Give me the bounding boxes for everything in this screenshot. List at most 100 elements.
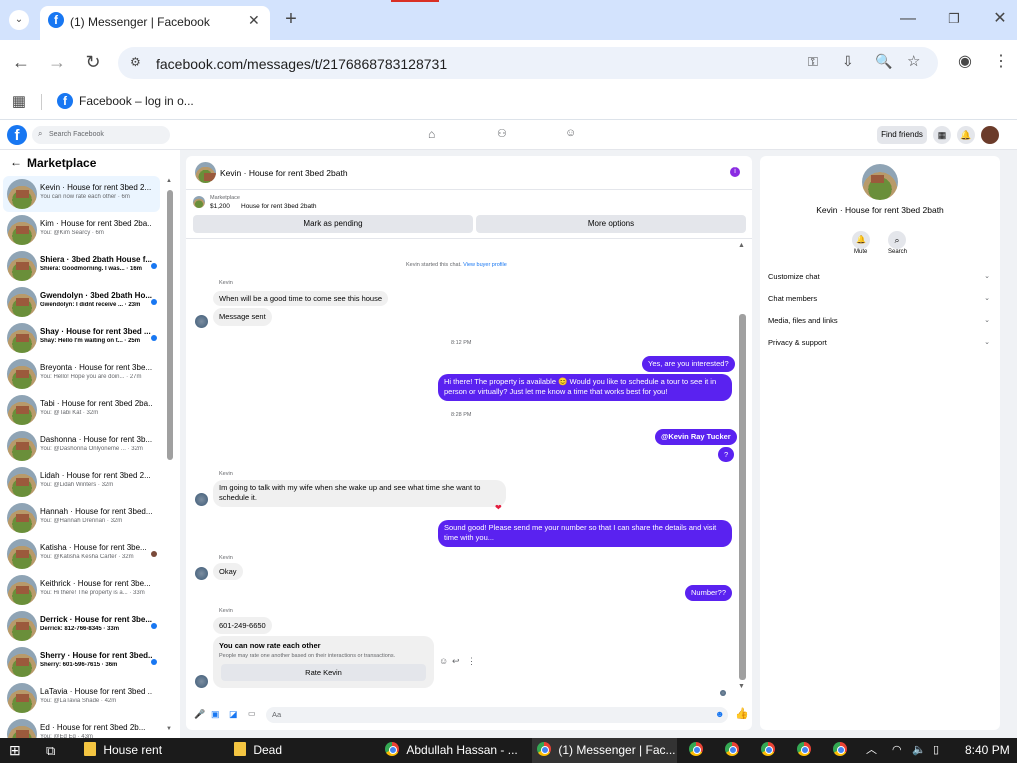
message-incoming[interactable]: Message sent bbox=[213, 308, 272, 326]
conversation-item[interactable]: Kevin · House for rent 3bed 2... You can … bbox=[3, 176, 160, 212]
more-options-button[interactable]: More options bbox=[476, 215, 746, 233]
info-section-row[interactable]: Customize chat ⌄ bbox=[768, 269, 994, 285]
conversation-item[interactable]: Shiera · 3bed 2bath House f... Shiera: Go… bbox=[3, 248, 160, 284]
home-icon[interactable]: ⌂ bbox=[428, 127, 435, 141]
chrome-icon[interactable] bbox=[833, 738, 847, 763]
tab-messenger[interactable]: f (1) Messenger | Facebook ✕ bbox=[40, 6, 270, 40]
gif-icon[interactable]: ▭ bbox=[248, 709, 256, 718]
info-icon[interactable]: i bbox=[730, 167, 740, 177]
mute-button[interactable]: 🔔 bbox=[852, 231, 870, 249]
account-avatar[interactable] bbox=[981, 126, 999, 144]
chat-header-title[interactable]: Kevin · House for rent 3bed 2bath bbox=[220, 168, 348, 178]
react-emoji-icon[interactable]: ☺ bbox=[439, 656, 448, 666]
windows-start-icon[interactable]: ⊞ bbox=[9, 738, 21, 763]
bookmark-star-icon[interactable]: ☆ bbox=[907, 52, 920, 70]
conversation-item[interactable]: Gwendolyn · 3bed 2bath Ho... Gwendolyn: I… bbox=[3, 284, 160, 320]
profile-tab-icon[interactable]: ☺ bbox=[565, 127, 576, 139]
scroll-up-arrow-icon[interactable]: ▲ bbox=[738, 242, 745, 249]
message-incoming[interactable]: When will be a good time to come see thi… bbox=[213, 291, 389, 306]
profile-icon[interactable]: ◉ bbox=[954, 52, 976, 74]
conversation-item[interactable]: Shay · House for rent 3bed ... Shay: Hell… bbox=[3, 320, 160, 356]
apps-grid-icon[interactable]: ▦ bbox=[8, 92, 30, 114]
view-buyer-profile-link[interactable]: View buyer profile bbox=[463, 262, 507, 268]
message-outgoing[interactable]: Hi there! The property is available 😊 Wo… bbox=[438, 374, 732, 401]
menu-kebab-icon[interactable]: ⋮ bbox=[990, 52, 1012, 74]
conversation-item[interactable]: Breyonta · House for rent 3be... You: Hel… bbox=[3, 356, 160, 392]
scrollbar-track[interactable]: ▲ ▼ bbox=[166, 178, 174, 736]
taskbar-item-dead[interactable]: Dead bbox=[234, 738, 282, 763]
taskbar-item-chrome-messenger[interactable]: (1) Messenger | Fac... bbox=[532, 738, 677, 763]
message-outgoing[interactable]: Yes, are you interested? bbox=[642, 356, 735, 372]
conversation-item[interactable]: Lidah · House for rent 3bed 2... You: @Li… bbox=[3, 464, 160, 500]
listing-avatar[interactable] bbox=[862, 164, 898, 200]
rate-kevin-button[interactable]: Rate Kevin bbox=[221, 664, 426, 681]
clock[interactable]: 8:40 PM bbox=[965, 738, 1010, 763]
conversation-item[interactable]: Dashonna · House for rent 3b... You: @Das… bbox=[3, 428, 160, 464]
conversation-item[interactable]: Derrick · House for rent 3be... Derrick: … bbox=[3, 608, 160, 644]
sender-avatar[interactable] bbox=[195, 675, 208, 688]
taskbar-item-chrome-abdullah[interactable]: Abdullah Hassan - ... bbox=[385, 738, 518, 763]
menu-grid-icon[interactable]: ▦ bbox=[933, 126, 951, 144]
show-hidden-icons-chevron-icon[interactable]: ︿ bbox=[866, 738, 877, 763]
message-outgoing[interactable]: Number?? bbox=[685, 585, 733, 601]
mark-as-pending-button[interactable]: Mark as pending bbox=[193, 215, 473, 233]
conversation-item[interactable]: Hannah · House for rent 3bed... You: @Han… bbox=[3, 500, 160, 536]
sender-avatar[interactable] bbox=[195, 315, 208, 328]
zoom-icon[interactable]: 🔍 bbox=[875, 53, 892, 70]
battery-icon[interactable]: ▯ bbox=[933, 738, 939, 763]
back-icon[interactable]: ← bbox=[10, 52, 32, 74]
facebook-search-input[interactable]: ⌕ Search Facebook bbox=[32, 126, 170, 144]
scrollbar-thumb[interactable] bbox=[167, 190, 173, 460]
message-outgoing[interactable]: ? bbox=[718, 447, 735, 462]
conversation-item[interactable]: Kim · House for rent 3bed 2ba... You: @Ki… bbox=[3, 212, 160, 248]
message-outgoing[interactable]: Sound good! Please send me your number s… bbox=[438, 520, 732, 547]
info-section-row[interactable]: Privacy & support ⌄ bbox=[768, 335, 994, 351]
message-outgoing-mention[interactable]: @Kevin Ray Tucker bbox=[655, 429, 737, 445]
message-incoming[interactable]: Im going to talk with my wife when she w… bbox=[213, 480, 506, 507]
chrome-icon[interactable] bbox=[797, 738, 811, 763]
facebook-logo-icon[interactable]: f bbox=[7, 125, 27, 145]
scrollbar-thumb[interactable] bbox=[739, 314, 746, 680]
close-tab-icon[interactable]: ✕ bbox=[248, 12, 260, 29]
chat-header-avatar[interactable] bbox=[195, 162, 216, 183]
chrome-icon[interactable] bbox=[689, 738, 703, 763]
close-window-icon[interactable]: ✕ bbox=[989, 9, 1011, 31]
reply-icon[interactable]: ↩ bbox=[452, 656, 460, 667]
conversation-item[interactable]: Tabi · House for rent 3bed 2ba... You: @T… bbox=[3, 392, 160, 428]
back-arrow-icon[interactable]: ← bbox=[10, 155, 22, 169]
find-friends-button[interactable]: Find friends bbox=[877, 126, 927, 144]
chrome-icon[interactable] bbox=[761, 738, 775, 763]
scroll-down-arrow-icon[interactable]: ▼ bbox=[166, 726, 172, 732]
new-tab-button[interactable]: + bbox=[280, 9, 302, 31]
photo-icon[interactable]: ▣ bbox=[211, 709, 220, 720]
message-incoming[interactable]: Okay bbox=[213, 563, 243, 580]
address-bar[interactable]: ⚙ facebook.com/messages/t/21768687831287… bbox=[118, 47, 938, 79]
tab-search-icon[interactable]: ⌄ bbox=[9, 10, 29, 30]
site-info-icon[interactable]: ⚙ bbox=[130, 55, 141, 69]
reload-icon[interactable]: ↻ bbox=[82, 52, 104, 74]
sender-avatar[interactable] bbox=[195, 493, 208, 506]
conversation-item[interactable]: Keithrick · House for rent 3be... You: Hi… bbox=[3, 572, 160, 608]
message-incoming-phone[interactable]: 601-249-6650 bbox=[213, 617, 272, 634]
conversation-item[interactable]: Ed · House for rent 3bed 2b... You: @Ed E… bbox=[3, 716, 160, 738]
conversation-item[interactable]: LaTavia · House for rent 3bed ... You: @L… bbox=[3, 680, 160, 716]
task-view-icon[interactable]: ⧉ bbox=[46, 738, 55, 763]
friends-icon[interactable]: ⚇ bbox=[497, 127, 507, 140]
sticker-icon[interactable]: ◪ bbox=[229, 709, 238, 720]
info-section-row[interactable]: Chat members ⌄ bbox=[768, 291, 994, 307]
heart-reaction-icon[interactable]: ❤ bbox=[495, 503, 502, 512]
scroll-down-arrow-icon[interactable]: ▼ bbox=[738, 683, 745, 690]
minimize-icon[interactable]: — bbox=[897, 9, 919, 31]
scroll-up-arrow-icon[interactable]: ▲ bbox=[166, 178, 172, 184]
like-thumbs-up-icon[interactable]: 👍 bbox=[735, 707, 749, 720]
password-key-icon[interactable]: ⚿ bbox=[808, 54, 818, 70]
listing-card[interactable]: Marketplace $1,200 House for rent 3bed 2… bbox=[191, 194, 491, 212]
more-actions-icon[interactable]: ⋮ bbox=[467, 656, 476, 667]
microphone-icon[interactable]: 🎤 bbox=[194, 709, 205, 720]
conversation-item[interactable]: Katisha · House for rent 3be... You: @Kat… bbox=[3, 536, 160, 572]
taskbar-item-house-rent[interactable]: House rent bbox=[84, 738, 162, 763]
info-section-row[interactable]: Media, files and links ⌄ bbox=[768, 313, 994, 329]
install-app-icon[interactable]: ⇩ bbox=[842, 53, 854, 70]
conversation-item[interactable]: Sherry · House for rent 3bed... Sherry: 6… bbox=[3, 644, 160, 680]
restore-icon[interactable]: ❐ bbox=[943, 9, 965, 31]
